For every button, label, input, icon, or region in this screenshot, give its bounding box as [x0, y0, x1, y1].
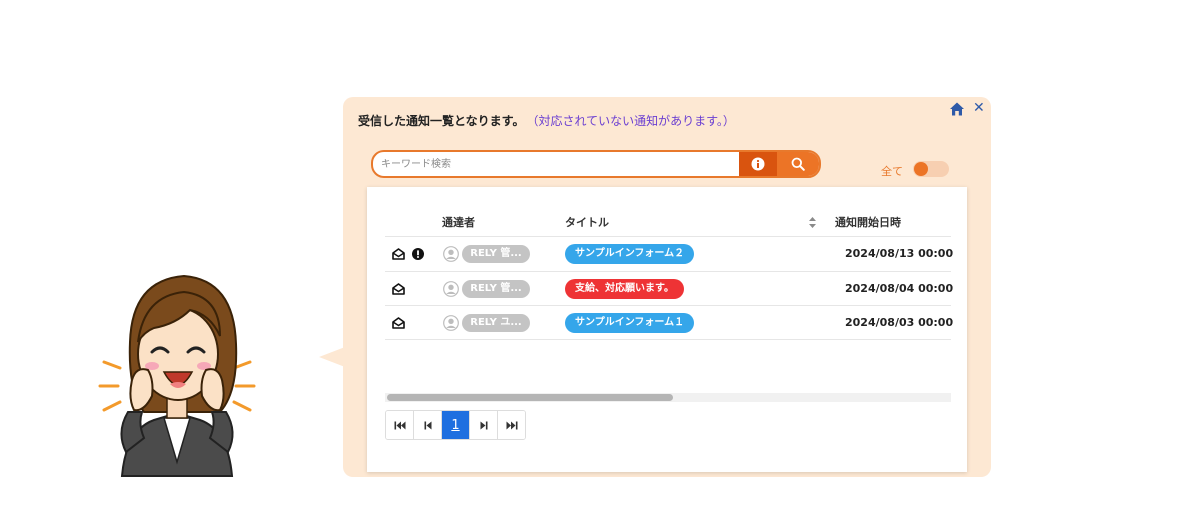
- sort-icon[interactable]: [808, 216, 817, 229]
- user-avatar-icon: [443, 246, 459, 262]
- first-page-button[interactable]: [386, 411, 414, 439]
- next-page-icon: [480, 421, 487, 429]
- title-badge[interactable]: サンプルインフォーム２: [565, 244, 695, 264]
- search-button[interactable]: [777, 152, 819, 176]
- user-avatar-icon: [443, 281, 459, 297]
- column-header-title[interactable]: タイトル: [565, 214, 609, 230]
- dialog-title: 受信した通知一覧となります。: [358, 114, 525, 128]
- table-row[interactable]: RELY ユ... サンプルインフォーム１ 2024/08/03 00:00: [385, 306, 954, 340]
- dialog-heading: 受信した通知一覧となります。 （対応されていない通知があります。）: [358, 112, 735, 129]
- notification-dialog: 受信した通知一覧となります。 （対応されていない通知があります。） ✕ 全て 通達…: [343, 97, 991, 477]
- prev-page-button[interactable]: [414, 411, 442, 439]
- user-avatar-icon: [443, 315, 459, 331]
- envelope-open-icon: [392, 317, 405, 329]
- column-header-sender[interactable]: 通達者: [442, 214, 475, 230]
- sender-badge: RELY 管...: [462, 245, 530, 263]
- keyword-search-input[interactable]: [373, 152, 739, 176]
- search-bar: [371, 150, 821, 178]
- home-icon[interactable]: [949, 101, 965, 117]
- start-date: 2024/08/04 00:00: [845, 282, 954, 295]
- info-icon: [751, 157, 765, 171]
- toggle-knob: [914, 162, 928, 176]
- close-icon[interactable]: ✕: [973, 100, 985, 116]
- table-row[interactable]: RELY 管... サンプルインフォーム２ 2024/08/13 00:00: [385, 237, 954, 271]
- speech-bubble-tail: [319, 347, 345, 367]
- pagination: 1: [385, 410, 526, 440]
- next-page-button[interactable]: [470, 411, 498, 439]
- envelope-open-icon: [392, 248, 405, 260]
- show-all-toggle[interactable]: [913, 161, 949, 177]
- last-page-button[interactable]: [498, 411, 525, 439]
- sender-badge: RELY 管...: [462, 280, 530, 298]
- column-header-start-date[interactable]: 通知開始日時: [835, 214, 901, 230]
- first-page-icon: [394, 421, 405, 429]
- page-number-current[interactable]: 1: [442, 411, 470, 439]
- prev-page-icon: [424, 421, 431, 429]
- character-illustration: [92, 262, 262, 482]
- horizontal-scrollbar[interactable]: [385, 393, 951, 402]
- title-badge[interactable]: 支給、対応願います。: [565, 279, 684, 299]
- exclamation-icon: [412, 248, 424, 260]
- last-page-icon: [506, 421, 517, 429]
- sender-badge: RELY ユ...: [462, 314, 530, 332]
- start-date: 2024/08/13 00:00: [845, 247, 954, 260]
- envelope-open-icon: [392, 283, 405, 295]
- table-row[interactable]: RELY 管... 支給、対応願います。 2024/08/04 00:00: [385, 272, 954, 306]
- scrollbar-thumb[interactable]: [387, 394, 673, 401]
- notification-table-card: 通達者 タイトル 通知開始日時 RELY 管... サンプルインフォーム２ 20…: [367, 187, 967, 472]
- show-all-label: 全て: [881, 165, 903, 178]
- start-date: 2024/08/03 00:00: [845, 316, 954, 329]
- title-badge[interactable]: サンプルインフォーム１: [565, 313, 695, 333]
- row-divider: [385, 339, 951, 340]
- info-button[interactable]: [739, 152, 777, 176]
- unhandled-notice: （対応されていない通知があります。）: [532, 114, 735, 128]
- search-icon: [791, 157, 805, 171]
